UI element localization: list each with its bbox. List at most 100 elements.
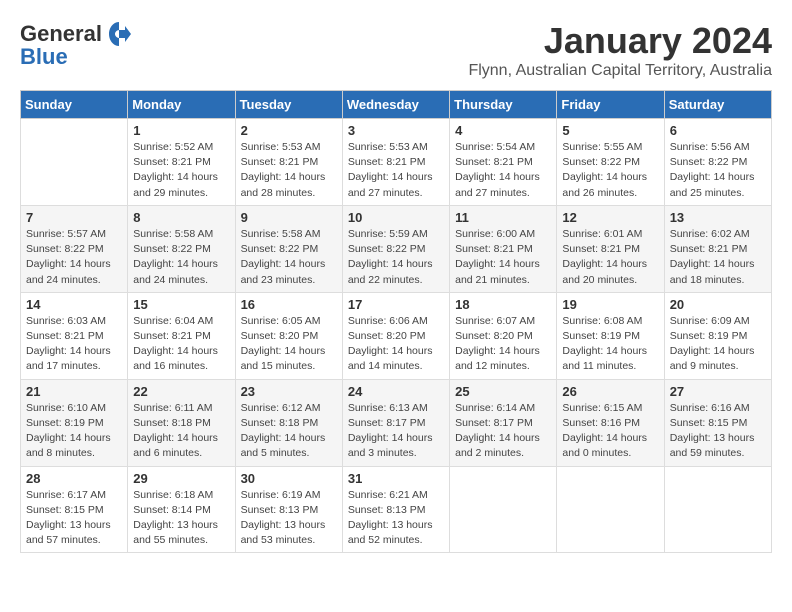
day-info: Sunrise: 6:06 AMSunset: 8:20 PMDaylight:…	[348, 314, 444, 375]
day-number: 4	[455, 123, 551, 138]
day-info: Sunrise: 6:21 AMSunset: 8:13 PMDaylight:…	[348, 488, 444, 549]
day-info: Sunrise: 5:53 AMSunset: 8:21 PMDaylight:…	[348, 140, 444, 201]
day-number: 27	[670, 384, 766, 399]
day-number: 7	[26, 210, 122, 225]
calendar-cell: 1 Sunrise: 5:52 AMSunset: 8:21 PMDaylight…	[128, 119, 235, 206]
day-info: Sunrise: 6:15 AMSunset: 8:16 PMDaylight:…	[562, 401, 658, 462]
title-block: January 2024 Flynn, Australian Capital T…	[468, 20, 772, 80]
day-info: Sunrise: 6:00 AMSunset: 8:21 PMDaylight:…	[455, 227, 551, 288]
calendar-cell: 20 Sunrise: 6:09 AMSunset: 8:19 PMDayligh…	[664, 292, 771, 379]
day-info: Sunrise: 5:57 AMSunset: 8:22 PMDaylight:…	[26, 227, 122, 288]
day-number: 31	[348, 471, 444, 486]
day-number: 28	[26, 471, 122, 486]
day-number: 24	[348, 384, 444, 399]
day-number: 30	[241, 471, 337, 486]
day-number: 1	[133, 123, 229, 138]
weekday-header-wednesday: Wednesday	[342, 91, 449, 119]
day-info: Sunrise: 6:19 AMSunset: 8:13 PMDaylight:…	[241, 488, 337, 549]
calendar-cell: 4 Sunrise: 5:54 AMSunset: 8:21 PMDaylight…	[450, 119, 557, 206]
calendar-cell	[21, 119, 128, 206]
weekday-header-saturday: Saturday	[664, 91, 771, 119]
weekday-header-thursday: Thursday	[450, 91, 557, 119]
weekday-header-tuesday: Tuesday	[235, 91, 342, 119]
day-info: Sunrise: 6:09 AMSunset: 8:19 PMDaylight:…	[670, 314, 766, 375]
day-number: 10	[348, 210, 444, 225]
day-info: Sunrise: 6:08 AMSunset: 8:19 PMDaylight:…	[562, 314, 658, 375]
calendar-cell: 27 Sunrise: 6:16 AMSunset: 8:15 PMDayligh…	[664, 379, 771, 466]
day-info: Sunrise: 5:56 AMSunset: 8:22 PMDaylight:…	[670, 140, 766, 201]
calendar-cell: 21 Sunrise: 6:10 AMSunset: 8:19 PMDayligh…	[21, 379, 128, 466]
calendar-cell: 8 Sunrise: 5:58 AMSunset: 8:22 PMDaylight…	[128, 205, 235, 292]
calendar-cell	[664, 466, 771, 553]
day-number: 14	[26, 297, 122, 312]
day-info: Sunrise: 6:18 AMSunset: 8:14 PMDaylight:…	[133, 488, 229, 549]
day-number: 16	[241, 297, 337, 312]
calendar-cell	[450, 466, 557, 553]
weekday-header-monday: Monday	[128, 91, 235, 119]
calendar-cell: 14 Sunrise: 6:03 AMSunset: 8:21 PMDayligh…	[21, 292, 128, 379]
calendar-cell: 24 Sunrise: 6:13 AMSunset: 8:17 PMDayligh…	[342, 379, 449, 466]
day-info: Sunrise: 5:52 AMSunset: 8:21 PMDaylight:…	[133, 140, 229, 201]
day-number: 15	[133, 297, 229, 312]
day-info: Sunrise: 6:10 AMSunset: 8:19 PMDaylight:…	[26, 401, 122, 462]
day-info: Sunrise: 6:02 AMSunset: 8:21 PMDaylight:…	[670, 227, 766, 288]
day-number: 29	[133, 471, 229, 486]
day-info: Sunrise: 6:17 AMSunset: 8:15 PMDaylight:…	[26, 488, 122, 549]
calendar-cell: 30 Sunrise: 6:19 AMSunset: 8:13 PMDayligh…	[235, 466, 342, 553]
calendar-cell: 26Sunrise: 6:15 AMSunset: 8:16 PMDayligh…	[557, 379, 664, 466]
day-info: Sunrise: 6:14 AMSunset: 8:17 PMDaylight:…	[455, 401, 551, 462]
location-title: Flynn, Australian Capital Territory, Aus…	[468, 62, 772, 80]
calendar-cell: 5 Sunrise: 5:55 AMSunset: 8:22 PMDaylight…	[557, 119, 664, 206]
calendar-cell: 12 Sunrise: 6:01 AMSunset: 8:21 PMDayligh…	[557, 205, 664, 292]
day-number: 20	[670, 297, 766, 312]
calendar-cell: 22Sunrise: 6:11 AMSunset: 8:18 PMDayligh…	[128, 379, 235, 466]
day-info: Sunrise: 5:58 AMSunset: 8:22 PMDaylight:…	[133, 227, 229, 288]
day-info: Sunrise: 6:12 AMSunset: 8:18 PMDaylight:…	[241, 401, 337, 462]
day-info: Sunrise: 5:58 AMSunset: 8:22 PMDaylight:…	[241, 227, 337, 288]
calendar-cell: 16 Sunrise: 6:05 AMSunset: 8:20 PMDayligh…	[235, 292, 342, 379]
calendar-cell: 23 Sunrise: 6:12 AMSunset: 8:18 PMDayligh…	[235, 379, 342, 466]
calendar-cell: 29 Sunrise: 6:18 AMSunset: 8:14 PMDayligh…	[128, 466, 235, 553]
logo: General Blue	[20, 20, 133, 70]
calendar-cell: 6 Sunrise: 5:56 AMSunset: 8:22 PMDaylight…	[664, 119, 771, 206]
calendar-cell: 3 Sunrise: 5:53 AMSunset: 8:21 PMDaylight…	[342, 119, 449, 206]
day-info: Sunrise: 6:01 AMSunset: 8:21 PMDaylight:…	[562, 227, 658, 288]
day-info: Sunrise: 5:53 AMSunset: 8:21 PMDaylight:…	[241, 140, 337, 201]
calendar-cell: 18 Sunrise: 6:07 AMSunset: 8:20 PMDayligh…	[450, 292, 557, 379]
day-number: 23	[241, 384, 337, 399]
day-number: 8	[133, 210, 229, 225]
day-number: 3	[348, 123, 444, 138]
calendar-table: SundayMondayTuesdayWednesdayThursdayFrid…	[20, 90, 772, 553]
day-number: 2	[241, 123, 337, 138]
month-title: January 2024	[468, 20, 772, 62]
calendar-cell: 15 Sunrise: 6:04 AMSunset: 8:21 PMDayligh…	[128, 292, 235, 379]
day-info: Sunrise: 6:07 AMSunset: 8:20 PMDaylight:…	[455, 314, 551, 375]
day-info: Sunrise: 6:03 AMSunset: 8:21 PMDaylight:…	[26, 314, 122, 375]
calendar-cell: 11 Sunrise: 6:00 AMSunset: 8:21 PMDayligh…	[450, 205, 557, 292]
day-number: 12	[562, 210, 658, 225]
calendar-cell: 10 Sunrise: 5:59 AMSunset: 8:22 PMDayligh…	[342, 205, 449, 292]
day-number: 19	[562, 297, 658, 312]
calendar-cell: 17Sunrise: 6:06 AMSunset: 8:20 PMDayligh…	[342, 292, 449, 379]
day-number: 6	[670, 123, 766, 138]
page-header: General Blue January 2024 Flynn, Austral…	[20, 20, 772, 80]
calendar-cell: 19 Sunrise: 6:08 AMSunset: 8:19 PMDayligh…	[557, 292, 664, 379]
day-info: Sunrise: 5:55 AMSunset: 8:22 PMDaylight:…	[562, 140, 658, 201]
day-info: Sunrise: 6:16 AMSunset: 8:15 PMDaylight:…	[670, 401, 766, 462]
day-number: 18	[455, 297, 551, 312]
day-info: Sunrise: 6:04 AMSunset: 8:21 PMDaylight:…	[133, 314, 229, 375]
day-number: 5	[562, 123, 658, 138]
day-info: Sunrise: 5:54 AMSunset: 8:21 PMDaylight:…	[455, 140, 551, 201]
day-number: 11	[455, 210, 551, 225]
calendar-cell	[557, 466, 664, 553]
day-info: Sunrise: 6:13 AMSunset: 8:17 PMDaylight:…	[348, 401, 444, 462]
calendar-cell: 9Sunrise: 5:58 AMSunset: 8:22 PMDaylight…	[235, 205, 342, 292]
day-number: 25	[455, 384, 551, 399]
logo-icon	[105, 20, 133, 48]
day-number: 21	[26, 384, 122, 399]
day-info: Sunrise: 5:59 AMSunset: 8:22 PMDaylight:…	[348, 227, 444, 288]
calendar-cell: 7 Sunrise: 5:57 AMSunset: 8:22 PMDaylight…	[21, 205, 128, 292]
day-info: Sunrise: 6:05 AMSunset: 8:20 PMDaylight:…	[241, 314, 337, 375]
calendar-cell: 2 Sunrise: 5:53 AMSunset: 8:21 PMDaylight…	[235, 119, 342, 206]
calendar-cell: 28 Sunrise: 6:17 AMSunset: 8:15 PMDayligh…	[21, 466, 128, 553]
